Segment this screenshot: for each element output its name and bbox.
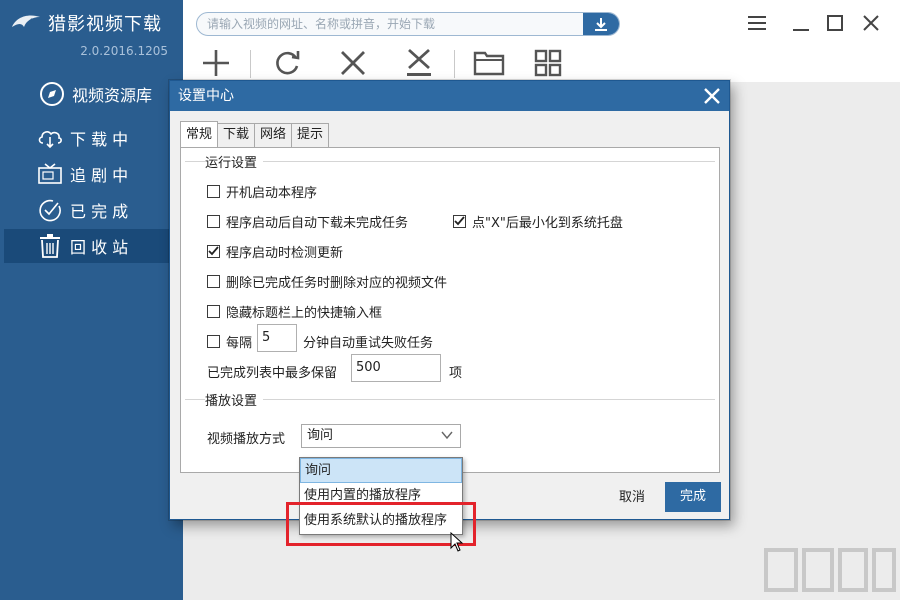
ok-button[interactable]: 完成 [665, 482, 721, 512]
sidebar-item-following[interactable]: 追 剧 中 [4, 157, 179, 191]
close-icon [863, 15, 879, 31]
check-update-label: 程序启动时检测更新 [226, 246, 344, 261]
play-method-dropdown: 询问 使用内置的播放程序 使用系统默认的播放程序 [299, 457, 463, 535]
tab-network[interactable]: 网络 [254, 123, 293, 147]
resume-downloads-checkbox[interactable] [207, 215, 220, 228]
toolbar-divider [454, 50, 455, 78]
delete-files-checkbox[interactable] [207, 275, 220, 288]
autostart-option: 开机启动本程序 [207, 182, 317, 201]
check-circle-icon [36, 196, 64, 224]
download-go-button[interactable] [583, 13, 619, 35]
tab-notifications[interactable]: 提示 [291, 123, 330, 147]
download-icon [595, 18, 607, 31]
autostart-label: 开机启动本程序 [226, 186, 318, 201]
dropdown-option-ask[interactable]: 询问 [300, 458, 462, 483]
brand: 猎影视频下载 [10, 8, 162, 38]
open-folder-button[interactable] [472, 46, 506, 80]
sidebar-item-completed[interactable]: 已 完 成 [4, 193, 179, 227]
hide-quick-input-option: 隐藏标题栏上的快捷输入框 [207, 302, 382, 321]
add-icon [203, 50, 229, 76]
keep-completed-input[interactable]: 500 [351, 354, 441, 382]
settings-dialog: 设置中心 常规 下载 网络 提示 运行设置 开机启动本程序 程序启动后自动下载未… [169, 80, 730, 520]
check-update-checkbox[interactable] [207, 245, 220, 258]
cancel-button[interactable]: 取消 [614, 486, 650, 510]
refresh-icon [276, 51, 300, 75]
dialog-close-button[interactable] [701, 85, 723, 107]
dialog-title: 设置中心 [170, 81, 729, 111]
compass-icon [38, 80, 66, 108]
run-settings-title: 运行设置 [205, 152, 264, 171]
minimize-to-tray-label: 点"X"后最小化到系统托盘 [472, 216, 623, 231]
autostart-checkbox[interactable] [207, 185, 220, 198]
section-divider [185, 161, 715, 162]
tab-download[interactable]: 下载 [217, 123, 256, 147]
retry-interval-input[interactable]: 5 [257, 324, 297, 352]
dropdown-option-builtin-player[interactable]: 使用内置的播放程序 [300, 483, 462, 508]
hide-quick-input-checkbox[interactable] [207, 305, 220, 318]
minimize-icon [793, 29, 809, 31]
play-method-select[interactable]: 询问 [301, 424, 461, 448]
menu-icon [748, 16, 766, 30]
delete-files-label: 删除已完成任务时删除对应的视频文件 [226, 276, 448, 291]
refresh-button[interactable] [270, 46, 304, 80]
app-name: 猎影视频下载 [48, 14, 162, 35]
delete-files-option: 删除已完成任务时删除对应的视频文件 [207, 272, 447, 291]
delete-task-button[interactable] [336, 46, 370, 80]
sidebar-item-downloading[interactable]: 下 载 中 [4, 121, 179, 155]
maximize-icon [827, 15, 843, 31]
delete-icon [341, 51, 365, 75]
sidebar-item-label: 已 完 成 [70, 202, 129, 221]
window-close-button[interactable] [860, 12, 882, 34]
settings-tabs: 常规 下载 网络 提示 [180, 121, 330, 147]
chevron-down-icon [441, 431, 453, 440]
quick-input-bar [196, 12, 620, 36]
sidebar-item-label: 视频资源库 [72, 86, 153, 105]
sidebar-item-label: 追 剧 中 [70, 166, 129, 185]
section-divider [185, 399, 715, 400]
general-settings-panel: 运行设置 开机启动本程序 程序启动后自动下载未完成任务 点"X"后最小化到系统托… [180, 147, 720, 473]
menu-button[interactable] [746, 12, 768, 34]
hide-quick-input-label: 隐藏标题栏上的快捷输入框 [226, 306, 383, 321]
sidebar-item-trash[interactable]: 回 收 站 [4, 229, 179, 263]
sidebar: 猎影视频下载 2.0.2016.1205 视频资源库 下 载 中 追 剧 中 已… [0, 0, 183, 600]
retry-label-suffix: 分钟自动重试失败任务 [303, 336, 434, 351]
sidebar-item-label: 下 载 中 [70, 130, 129, 149]
resume-downloads-option: 程序启动后自动下载未完成任务 [207, 212, 408, 231]
sidebar-item-library[interactable]: 视频资源库 [4, 77, 179, 111]
retry-option: 每隔 [207, 332, 252, 351]
tab-general[interactable]: 常规 [180, 121, 219, 147]
tv-icon [36, 160, 64, 188]
grid-view-button[interactable] [531, 46, 565, 80]
minimize-to-tray-checkbox[interactable] [453, 215, 466, 228]
toolbar-divider [250, 50, 251, 78]
keep-completed-label-suffix: 项 [449, 366, 463, 381]
trash-icon [36, 232, 64, 260]
play-settings-title: 播放设置 [205, 390, 264, 409]
keep-completed-label-prefix: 已完成列表中最多保留 [207, 366, 338, 381]
close-icon [704, 88, 720, 104]
minimize-button[interactable] [790, 12, 812, 34]
mouse-cursor-icon [450, 532, 464, 552]
app-version: 2.0.2016.1205 [80, 44, 168, 58]
minimize-to-tray-option: 点"X"后最小化到系统托盘 [453, 212, 623, 231]
maximize-button[interactable] [824, 12, 846, 34]
cloud-download-icon [36, 124, 64, 152]
add-task-button[interactable] [199, 46, 233, 80]
watermark-logo-icon [764, 548, 896, 592]
check-update-option: 程序启动时检测更新 [207, 242, 343, 261]
grid-view-icon [534, 49, 562, 77]
play-method-label: 视频播放方式 [207, 432, 286, 447]
delete-all-icon [407, 48, 431, 76]
url-search-input[interactable] [207, 15, 587, 33]
dropdown-option-system-player[interactable]: 使用系统默认的播放程序 [300, 508, 462, 533]
play-method-value: 询问 [307, 428, 334, 443]
app-logo-icon [12, 15, 40, 27]
folder-icon [473, 51, 505, 76]
retry-label-prefix: 每隔 [226, 336, 253, 351]
retry-checkbox[interactable] [207, 335, 220, 348]
resume-downloads-label: 程序启动后自动下载未完成任务 [226, 216, 409, 231]
delete-all-button[interactable] [402, 46, 436, 80]
sidebar-item-label: 回 收 站 [70, 238, 129, 257]
